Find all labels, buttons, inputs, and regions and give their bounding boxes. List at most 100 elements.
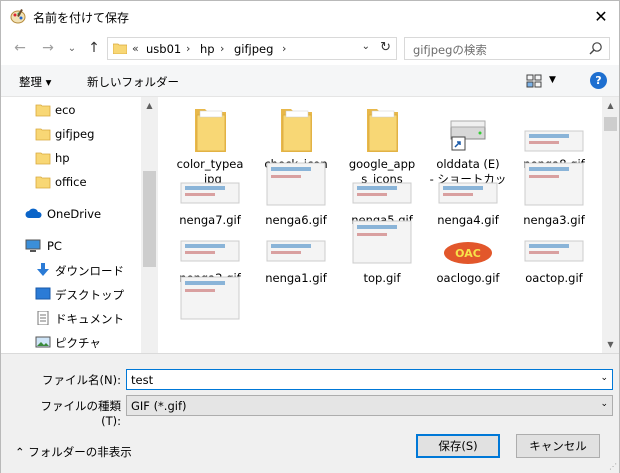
chevron-down-icon[interactable]: ⌄ (600, 399, 608, 409)
sidebar-item[interactable]: OneDrive (1, 203, 141, 225)
view-options-icon[interactable] (526, 73, 542, 89)
sidebar-item-label: PC (47, 239, 62, 253)
file-list-scrollbar[interactable]: ▲ ▼ (602, 97, 619, 353)
chevron-down-icon[interactable]: ⌄ (600, 373, 608, 383)
folder-icon (253, 97, 339, 157)
sidebar-item[interactable]: office (1, 171, 141, 193)
image-thumbnail: OAC (425, 207, 511, 267)
breadcrumb-usb01[interactable]: usb01 (146, 42, 181, 56)
paint-app-icon (10, 9, 26, 24)
filetype-select[interactable]: GIF (*.gif) ⌄ (126, 395, 613, 416)
breadcrumb-separator: › (282, 42, 287, 55)
scroll-thumb[interactable] (604, 117, 617, 131)
sidebar-item[interactable]: ピクチャ (1, 331, 141, 353)
image-thumbnail (511, 149, 597, 209)
hide-folders-toggle[interactable]: ⌃ フォルダーの非表示 (15, 444, 132, 460)
file-name: nenga1.gif (265, 271, 327, 285)
filetype-label: ファイルの種類(T): (40, 399, 122, 428)
image-thumbnail (339, 149, 425, 209)
filename-value: test (131, 373, 154, 387)
folder-icon (35, 127, 51, 141)
navigation-pane: eco gifjpeg hp office OneDrive PC ダウンロードデスクトップ… (1, 97, 157, 353)
image-thumbnail (167, 207, 253, 267)
cancel-button[interactable]: キャンセル (516, 434, 600, 458)
breadcrumb-gifjpeg[interactable]: gifjpeg (234, 42, 273, 56)
address-row: ← → ⌄ ↑ « usb01 › hp › gifjpeg › ⌄ ↻ gif… (1, 33, 619, 63)
sidebar-item-label: ドキュメント (55, 312, 124, 326)
desktop-icon (35, 287, 51, 301)
window-title: 名前を付けて保存 (33, 11, 130, 25)
folder-icon (35, 151, 51, 165)
navigation-scrollbar[interactable]: ▲ (141, 97, 158, 353)
image-thumbnail (253, 149, 339, 209)
forward-button[interactable]: → (39, 39, 57, 57)
sidebar-item-label: hp (55, 151, 70, 165)
close-button[interactable]: ✕ (589, 5, 613, 27)
computer-icon (25, 239, 41, 253)
folder-icon (35, 175, 51, 189)
search-box[interactable]: gifjpegの検索 (404, 37, 610, 60)
filetype-value: GIF (*.gif) (131, 399, 187, 413)
sidebar-item[interactable]: hp (1, 147, 141, 169)
save-as-dialog: 名前を付けて保存 ✕ ← → ⌄ ↑ « usb01 › hp › gifjpe… (0, 0, 620, 473)
document-icon (35, 310, 51, 326)
pictures-icon (35, 335, 51, 349)
folder-icon (339, 97, 425, 157)
recent-locations-button[interactable]: ⌄ (63, 39, 81, 57)
file-name: oaclogo.gif (436, 271, 500, 285)
organize-menu[interactable]: 整理 ▾ (19, 74, 51, 90)
resize-grip-icon[interactable]: ⋰ (609, 462, 617, 471)
up-button[interactable]: ↑ (85, 39, 103, 57)
address-bar[interactable]: « usb01 › hp › gifjpeg › ⌄ ↻ (107, 37, 397, 60)
hide-folders-label: フォルダーの非表示 (28, 445, 132, 459)
folder-icon (35, 103, 51, 117)
shortcut-icon (425, 97, 511, 157)
sidebar-item-label: OneDrive (47, 207, 102, 221)
sidebar-item[interactable]: ダウンロード (1, 259, 141, 281)
sidebar-item[interactable]: eco (1, 99, 141, 121)
sidebar-item-label: eco (55, 103, 76, 117)
sidebar-item[interactable]: ドキュメント (1, 307, 141, 329)
image-thumbnail (167, 149, 253, 209)
image-thumbnail (511, 97, 597, 157)
sidebar-item[interactable]: gifjpeg (1, 123, 141, 145)
cloud-icon (25, 207, 42, 221)
save-form: ファイル名(N): test ⌄ ファイルの種類(T): GIF (*.gif)… (1, 353, 619, 473)
sidebar-item[interactable]: PC (1, 235, 141, 257)
svg-text:OAC: OAC (455, 247, 481, 260)
image-thumbnail (339, 207, 425, 267)
help-icon[interactable]: ? (590, 72, 607, 89)
breadcrumb-overflow[interactable]: « (132, 42, 139, 55)
address-dropdown-icon[interactable]: ⌄ (362, 41, 370, 52)
sidebar-item-label: ピクチャ (55, 336, 101, 350)
filename-input[interactable]: test ⌄ (126, 369, 613, 390)
breadcrumb-separator: › (186, 42, 191, 55)
title-bar: 名前を付けて保存 ✕ (1, 1, 619, 31)
sidebar-item-label: ダウンロード (55, 264, 124, 278)
folder-icon (167, 97, 253, 157)
image-thumbnail (253, 207, 339, 267)
search-icon[interactable] (589, 41, 603, 55)
view-dropdown-icon[interactable]: ▼ (549, 75, 556, 85)
sidebar-item-label: office (55, 175, 87, 189)
file-list: color_typea _jpgcheck_icon _wgoogle_app … (161, 97, 602, 353)
file-name: oactop.gif (525, 271, 583, 285)
scroll-up-arrow[interactable]: ▲ (141, 97, 158, 114)
breadcrumb-hp[interactable]: hp (200, 42, 215, 56)
scroll-thumb[interactable] (143, 171, 156, 267)
image-thumbnail (167, 263, 253, 323)
image-thumbnail (511, 207, 597, 267)
file-name: top.gif (363, 271, 401, 285)
download-icon (35, 263, 51, 277)
back-button[interactable]: ← (11, 39, 29, 57)
breadcrumb-separator: › (220, 42, 225, 55)
sidebar-item-label: gifjpeg (55, 127, 95, 141)
save-button[interactable]: 保存(S) (416, 434, 500, 458)
scroll-down-arrow[interactable]: ▼ (602, 336, 619, 353)
refresh-icon[interactable]: ↻ (380, 40, 391, 55)
filename-label: ファイル名(N): (42, 373, 121, 387)
scroll-up-arrow[interactable]: ▲ (602, 97, 619, 114)
image-thumbnail (425, 149, 511, 209)
new-folder-button[interactable]: 新しいフォルダー (87, 74, 179, 90)
sidebar-item[interactable]: デスクトップ (1, 283, 141, 305)
